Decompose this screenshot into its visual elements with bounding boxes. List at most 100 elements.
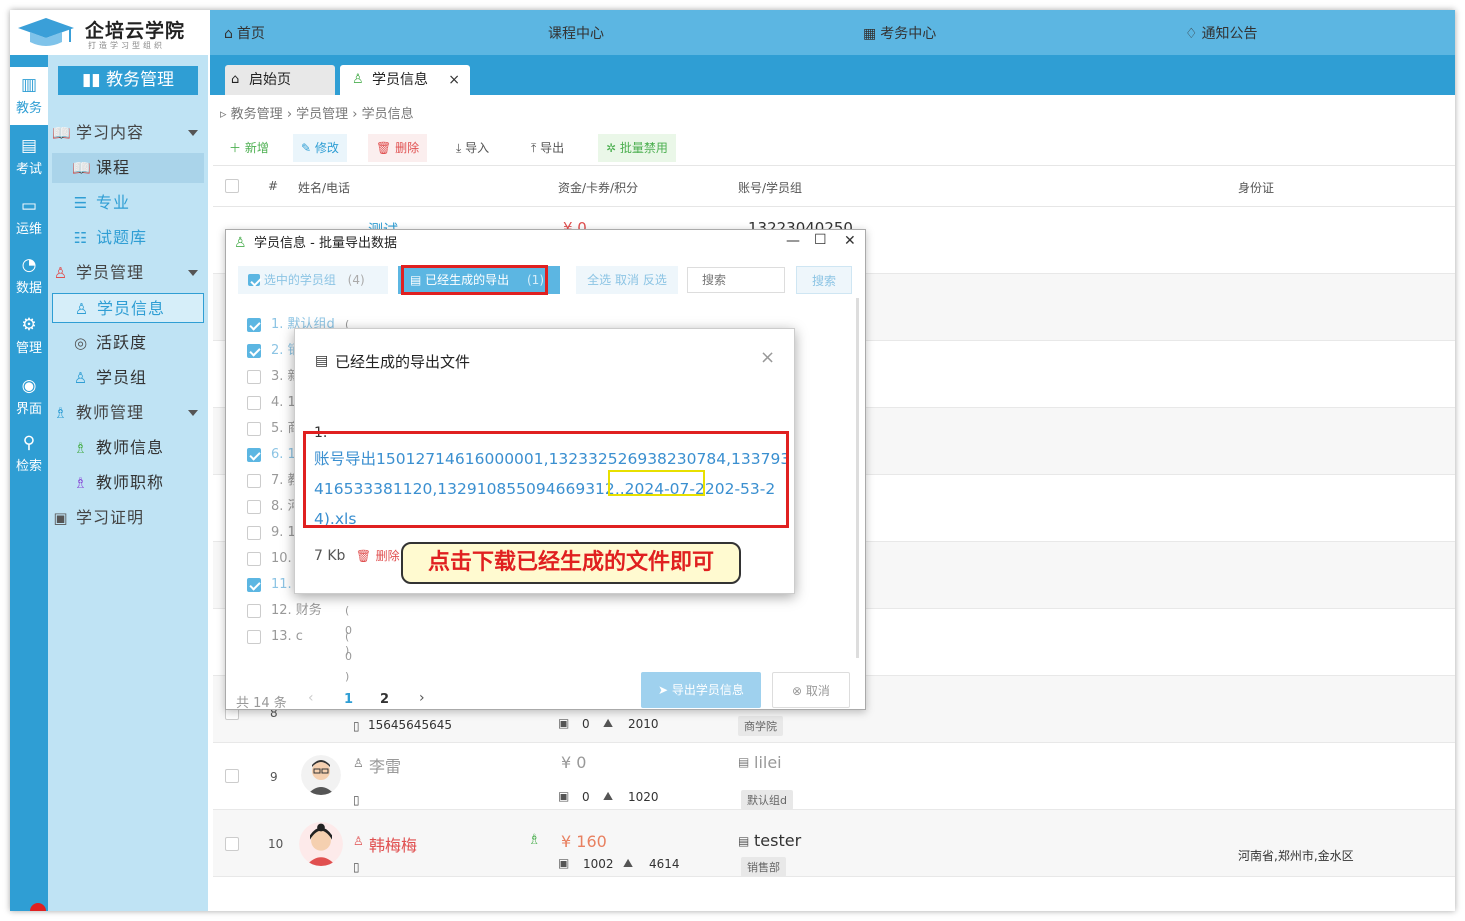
breadcrumb-item[interactable]: 教务管理 bbox=[231, 107, 283, 122]
brand-logo[interactable]: 企培云学院 打造学习型组织 bbox=[10, 10, 210, 55]
select-actions: 全选 取消 反选 bbox=[576, 266, 678, 294]
menu-item-major[interactable]: ☰ 专业 bbox=[52, 188, 204, 218]
invert-link[interactable]: 反选 bbox=[643, 273, 667, 287]
menu-item-course[interactable]: 📖 课程 bbox=[52, 153, 204, 183]
rail-item-jiemian[interactable]: ◉ 界面 bbox=[10, 368, 48, 426]
export-students-button[interactable]: ➤ 导出学员信息 bbox=[641, 672, 761, 708]
rail-label: 界面 bbox=[15, 402, 42, 417]
tab-students[interactable]: ♙ 学员信息 × bbox=[340, 65, 470, 95]
nav-courses[interactable]: 课程中心 bbox=[548, 23, 604, 43]
maximize-icon[interactable]: ☐ bbox=[814, 232, 827, 248]
rail-item-guanli[interactable]: ⚙ 管理 bbox=[10, 307, 48, 365]
import-button[interactable]: ⤓ 导入 bbox=[448, 134, 497, 162]
student-card: 0 bbox=[582, 717, 590, 731]
breadcrumb-item[interactable]: 学员管理 bbox=[296, 107, 348, 122]
menu-group-study[interactable]: 📖 学习内容 bbox=[52, 118, 204, 148]
table-header: # 姓名/电话 资金/卡券/积分 账号/学员组 身份证 bbox=[213, 166, 1455, 207]
batch-disable-button[interactable]: ✲ 批量禁用 bbox=[598, 134, 676, 162]
rail-item-yunwei[interactable]: ▭ 运维 bbox=[10, 188, 48, 246]
button-label: 导入 bbox=[465, 141, 490, 155]
select-all-checkbox[interactable] bbox=[225, 179, 239, 193]
group-checkbox[interactable] bbox=[247, 474, 261, 488]
delete-button[interactable]: 🗑 删除 bbox=[368, 134, 428, 162]
rail-item-shuju[interactable]: ◔ 数据 bbox=[10, 247, 48, 305]
minimize-icon[interactable]: — bbox=[786, 233, 800, 249]
nav-label: 考务中心 bbox=[880, 26, 937, 42]
export-button[interactable]: ⤒ 导出 bbox=[523, 134, 572, 162]
select-all-link[interactable]: 全选 bbox=[587, 273, 611, 287]
row-checkbox[interactable] bbox=[225, 837, 239, 851]
group-checkbox[interactable] bbox=[247, 318, 261, 332]
pie-chart-icon: ◔ bbox=[21, 255, 37, 275]
menu-item-certificate[interactable]: ▣ 学习证明 bbox=[52, 503, 204, 533]
group-checkbox[interactable] bbox=[247, 344, 261, 358]
card-icon: ▣ bbox=[558, 716, 570, 730]
menu-item-student-group[interactable]: ♙ 学员组 bbox=[52, 363, 204, 393]
menu-group-students[interactable]: ♙ 学员管理 bbox=[52, 258, 204, 288]
rail-item-jiansuo[interactable]: ⚲ 检索 bbox=[10, 425, 48, 483]
button-label: 修改 bbox=[314, 141, 339, 155]
menu-label: 学习内容 bbox=[76, 123, 145, 142]
nav-home[interactable]: ⌂ 首页 bbox=[224, 23, 265, 43]
search-input[interactable] bbox=[687, 267, 785, 293]
page-2[interactable]: 2 bbox=[380, 692, 389, 707]
edit-button[interactable]: ✎ 修改 bbox=[293, 134, 347, 162]
page-1[interactable]: 1 bbox=[344, 692, 353, 707]
nav-notice[interactable]: ♢ 通知公告 bbox=[1185, 23, 1258, 43]
user-icon: ♙ bbox=[353, 756, 364, 770]
button-label: 新增 bbox=[244, 141, 269, 155]
close-icon[interactable]: ✕ bbox=[844, 233, 856, 249]
cancel-button[interactable]: ⊗ 取消 bbox=[772, 672, 850, 708]
menu-head[interactable]: ▮▮ 教务管理 bbox=[58, 66, 198, 95]
group-checkbox[interactable] bbox=[247, 578, 261, 592]
student-idcard: 河南省,郑州市,金水区 bbox=[1238, 849, 1354, 863]
group-checkbox[interactable] bbox=[247, 500, 261, 514]
search-button[interactable]: 搜索 bbox=[796, 266, 852, 294]
toolbar: ＋ 新增 ✎ 修改 🗑 删除 ⤓ 导入 ⤒ 导出 ✲ 批量禁用 bbox=[213, 130, 1455, 166]
group-count: ( 0 ) bbox=[345, 630, 354, 683]
menu-group-teachers[interactable]: ♗ 教师管理 bbox=[52, 398, 204, 428]
close-icon[interactable]: × bbox=[448, 65, 460, 95]
table-row[interactable]: 10 ♙ 韩梅梅 ♗ ▯ ¥ 160 ▣ 1002 ⛰ 4614 ▤ teste… bbox=[213, 810, 1455, 877]
menu-item-question-bank[interactable]: ☷ 试题库 bbox=[52, 223, 204, 253]
menu-item-activity[interactable]: ◎ 活跃度 bbox=[52, 328, 204, 358]
delete-file-link[interactable]: 删除 bbox=[376, 549, 400, 563]
scrollbar[interactable] bbox=[856, 298, 859, 658]
group-checkbox[interactable] bbox=[247, 604, 261, 618]
close-icon[interactable]: × bbox=[760, 347, 775, 368]
group-checkbox[interactable] bbox=[247, 422, 261, 436]
group-checkbox[interactable] bbox=[247, 630, 261, 644]
caret-down-icon bbox=[188, 130, 198, 136]
student-money: ¥ 0 bbox=[561, 753, 587, 772]
group-checkbox[interactable] bbox=[247, 448, 261, 462]
rail-label: 运维 bbox=[15, 222, 42, 237]
user-icon: ♙ bbox=[353, 834, 364, 848]
table-row[interactable]: 9 ♙ 李雷 ▯ ¥ 0 ▣ 0 ⛰ 1020 ▤ lilei 默认组d bbox=[213, 743, 1455, 810]
row-checkbox[interactable] bbox=[225, 769, 239, 783]
menu-item-student-info[interactable]: ♙ 学员信息 bbox=[52, 293, 204, 323]
avatar bbox=[301, 755, 341, 795]
tab-start[interactable]: ⌂ 启始页 bbox=[225, 65, 335, 95]
group-checkbox[interactable] bbox=[247, 370, 261, 384]
card-icon: ▣ bbox=[558, 856, 570, 870]
group-checkbox[interactable] bbox=[247, 552, 261, 566]
callout-note: 点击下载已经生成的文件即可 bbox=[401, 542, 741, 584]
exam-icon: ▤ bbox=[20, 136, 38, 156]
rail-item-jiaowu[interactable]: ▥ 教务 bbox=[10, 67, 48, 125]
add-button[interactable]: ＋ 新增 bbox=[221, 134, 277, 162]
menu-label: 学习证明 bbox=[76, 508, 145, 527]
user-icon: ♙ bbox=[352, 72, 364, 87]
chevron-left-icon[interactable]: ‹ bbox=[308, 690, 314, 706]
tab-selected-groups[interactable]: 选中的学员组 (4) bbox=[238, 266, 388, 294]
deselect-link[interactable]: 取消 bbox=[615, 273, 639, 287]
nav-exams[interactable]: ▦ 考务中心 bbox=[863, 23, 936, 43]
caret-down-icon bbox=[188, 410, 198, 416]
chevron-right-icon[interactable]: › bbox=[419, 690, 425, 706]
menu-item-teacher-title[interactable]: ♗ 教师职称 bbox=[52, 468, 204, 498]
rail-item-kaoshi[interactable]: ▤ 考试 bbox=[10, 128, 48, 186]
calendar-icon: ▦ bbox=[863, 26, 877, 42]
menu-item-teacher-info[interactable]: ♗ 教师信息 bbox=[52, 433, 204, 463]
group-checkbox[interactable] bbox=[247, 526, 261, 540]
group-checkbox[interactable] bbox=[247, 396, 261, 410]
button-label: 批量禁用 bbox=[619, 141, 668, 155]
